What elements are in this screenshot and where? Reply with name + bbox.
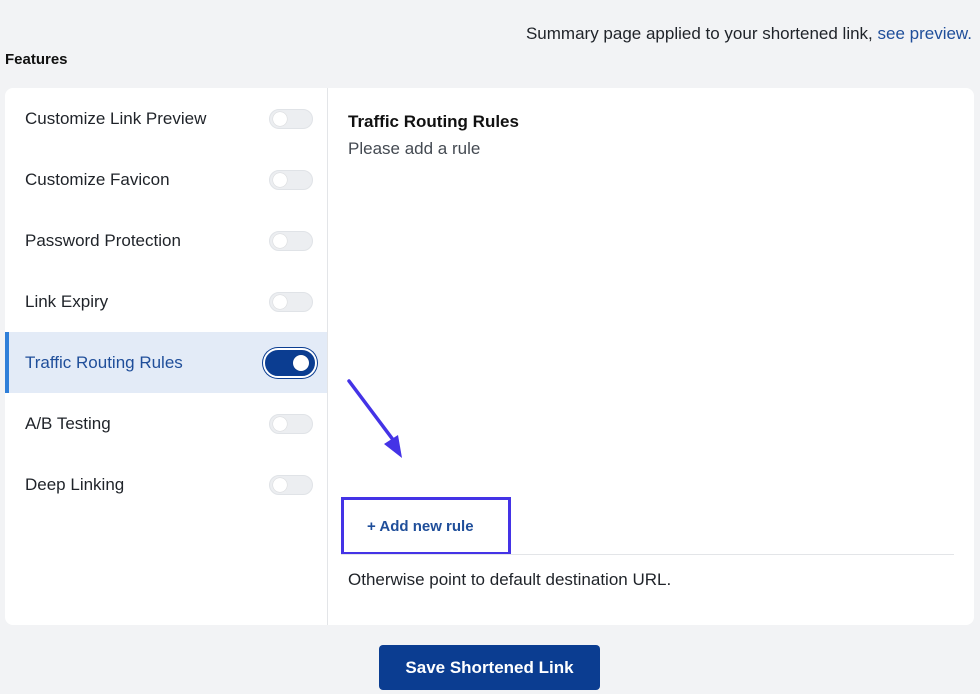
features-heading: Features <box>5 51 68 68</box>
section-subtitle: Please add a rule <box>348 139 481 158</box>
password-protection-toggle[interactable] <box>269 230 313 251</box>
toggle-knob <box>273 172 287 187</box>
toggle-knob <box>273 111 287 126</box>
ab-testing-toggle[interactable] <box>269 413 313 434</box>
toggle-knob <box>293 354 309 371</box>
traffic-routing-content: Traffic Routing Rules Please add a rule … <box>328 88 974 625</box>
summary-text: Summary page applied to your shortened l… <box>526 24 972 44</box>
summary-label: Summary page applied to your shortened l… <box>525 24 878 43</box>
sidebar-item-label: Customize Favicon <box>25 169 170 189</box>
toggle-knob <box>273 294 287 309</box>
section-title: Traffic Routing Rules <box>348 112 519 131</box>
save-shortened-link-button[interactable]: Save Shortened Link <box>379 645 600 690</box>
sidebar-item-label: A/B Testing <box>25 413 111 433</box>
features-sidebar: Customize Link Preview Customize Favicon… <box>5 88 328 625</box>
link-expiry-toggle[interactable] <box>269 291 313 312</box>
toggle-knob <box>273 233 287 248</box>
sidebar-item-label: Password Protection <box>25 230 181 250</box>
default-destination-text: Otherwise point to default destination U… <box>348 570 672 589</box>
feature-list: Customize Link Preview Customize Favicon… <box>5 88 327 515</box>
customize-link-preview-toggle[interactable] <box>269 108 313 129</box>
deep-linking-toggle[interactable] <box>269 474 313 495</box>
sidebar-item-link-expiry[interactable]: Link Expiry <box>5 271 327 332</box>
customize-favicon-toggle[interactable] <box>269 169 313 190</box>
toggle-knob <box>273 416 287 431</box>
features-panel: Customize Link Preview Customize Favicon… <box>5 88 974 625</box>
sidebar-item-customize-favicon[interactable]: Customize Favicon <box>5 149 327 210</box>
traffic-routing-rules-toggle[interactable] <box>265 349 315 376</box>
add-new-rule-button[interactable]: + Add new rule <box>341 497 511 555</box>
sidebar-item-customize-link-preview[interactable]: Customize Link Preview <box>5 88 327 149</box>
sidebar-item-traffic-routing-rules[interactable]: Traffic Routing Rules <box>5 332 327 393</box>
sidebar-item-label: Traffic Routing Rules <box>25 352 183 372</box>
see-preview-link[interactable]: see preview. <box>878 24 973 43</box>
sidebar-item-password-protection[interactable]: Password Protection <box>5 210 327 271</box>
annotation-arrow-icon <box>347 379 402 458</box>
sidebar-item-deep-linking[interactable]: Deep Linking <box>5 454 327 515</box>
sidebar-item-label: Deep Linking <box>25 474 125 494</box>
toggle-knob <box>273 477 287 492</box>
sidebar-item-label: Link Expiry <box>25 291 109 311</box>
sidebar-item-ab-testing[interactable]: A/B Testing <box>5 393 327 454</box>
sidebar-item-label: Customize Link Preview <box>25 108 207 128</box>
divider <box>341 554 954 555</box>
